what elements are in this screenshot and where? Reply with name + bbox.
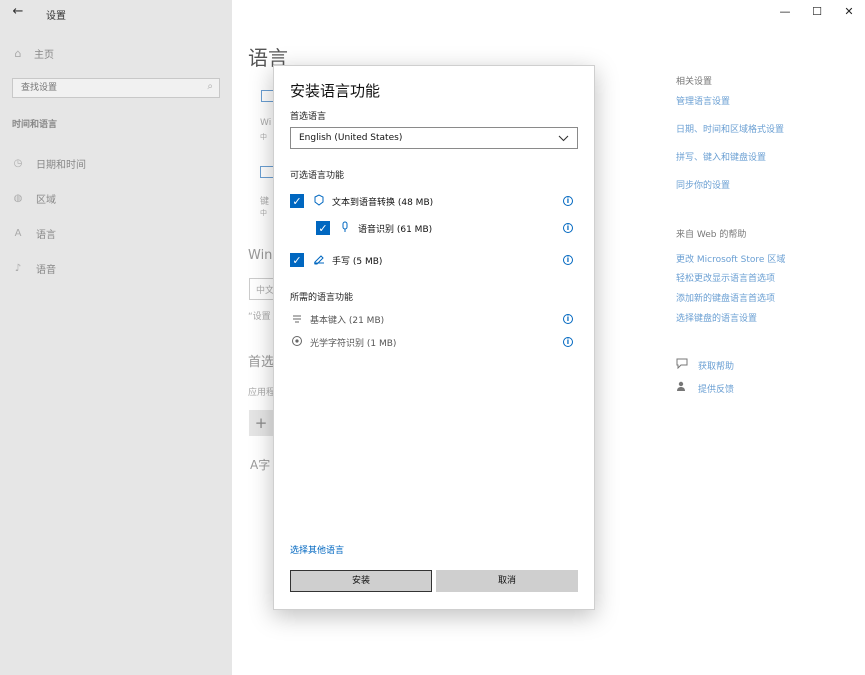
feature-speech-recognition[interactable]: ✓ 语音识别 (61 MB) bbox=[316, 220, 432, 236]
bg-text-fragment: “设置 bbox=[248, 312, 271, 322]
link-date-time-region[interactable]: 日期、时间和区域格式设置 bbox=[676, 122, 784, 135]
bg-heading-fragment: 首选 bbox=[248, 355, 275, 370]
link-manage-language[interactable]: 管理语言设置 bbox=[676, 94, 730, 107]
handwriting-checkbox[interactable]: ✓ bbox=[290, 253, 304, 267]
close-button[interactable]: ✕ bbox=[838, 2, 860, 22]
speech-recognition-checkbox[interactable]: ✓ bbox=[316, 221, 330, 235]
help-chat-icon bbox=[676, 358, 688, 372]
back-arrow-icon[interactable]: ← bbox=[10, 4, 26, 20]
bg-text-fragment: Wi bbox=[260, 118, 272, 128]
sidebar-item-region[interactable]: ◍ 区域 bbox=[12, 191, 56, 206]
related-settings-heading: 相关设置 bbox=[676, 77, 713, 87]
clock-icon: ◷ bbox=[13, 157, 23, 169]
bg-heading-fragment: Win bbox=[248, 248, 273, 263]
link-keyboard-language[interactable]: 选择键盘的语言设置 bbox=[676, 311, 757, 324]
web-help-heading: 来自 Web 的帮助 bbox=[676, 230, 747, 240]
link-sync-settings[interactable]: 同步你的设置 bbox=[676, 178, 730, 191]
optional-features-heading: 可选语言功能 bbox=[290, 171, 345, 181]
link-display-language[interactable]: 轻松更改显示语言首选项 bbox=[676, 271, 775, 284]
home-icon: ⌂ bbox=[14, 46, 22, 60]
handwriting-label: 手写 (5 MB) bbox=[332, 256, 383, 267]
dialog-title: 安装语言功能 bbox=[290, 82, 381, 100]
settings-search-input[interactable] bbox=[13, 79, 193, 97]
selected-language: English (United States) bbox=[299, 133, 403, 143]
language-features-icon: A字 bbox=[250, 458, 271, 472]
sidebar-item-label: 语言 bbox=[36, 229, 56, 241]
sidebar-item-home[interactable]: ⌂ 主页 bbox=[12, 46, 55, 61]
basic-typing-label: 基本键入 (21 MB) bbox=[310, 315, 385, 326]
get-help-label: 获取帮助 bbox=[698, 361, 735, 372]
keyboard-icon bbox=[260, 166, 274, 178]
search-icon: ⌕ bbox=[207, 81, 213, 92]
add-language-button[interactable]: + bbox=[249, 410, 273, 436]
basic-typing-icon bbox=[290, 312, 304, 327]
install-button[interactable]: 安装 bbox=[290, 570, 432, 592]
language-icon: A bbox=[14, 227, 22, 239]
chevron-down-icon bbox=[558, 131, 569, 148]
text-to-speech-info-icon[interactable]: i bbox=[563, 196, 573, 206]
basic-typing-info-icon[interactable]: i bbox=[563, 314, 573, 324]
ocr-icon bbox=[290, 335, 304, 350]
text-to-speech-label: 文本到语音转换 (48 MB) bbox=[332, 197, 434, 208]
preferred-language-label: 首选语言 bbox=[290, 112, 327, 122]
bg-text-fragment: 中 bbox=[260, 133, 267, 141]
sidebar: ⌂ 主页 ⌕ 时间和语言 ◷ 日期和时间 ◍ 区域 A 语言 ♪ 语音 bbox=[0, 26, 232, 675]
text-to-speech-icon bbox=[312, 193, 326, 209]
get-help-link[interactable]: 获取帮助 bbox=[676, 358, 734, 372]
feature-text-to-speech[interactable]: ✓ 文本到语音转换 (48 MB) bbox=[290, 193, 433, 209]
link-store-region[interactable]: 更改 Microsoft Store 区域 bbox=[676, 252, 785, 265]
feature-handwriting[interactable]: ✓ 手写 (5 MB) bbox=[290, 252, 382, 268]
feedback-icon bbox=[676, 381, 688, 395]
microphone-icon bbox=[338, 221, 352, 236]
sidebar-section-heading: 时间和语言 bbox=[12, 120, 58, 130]
handwriting-info-icon[interactable]: i bbox=[563, 255, 573, 265]
required-features-heading: 所需的语言功能 bbox=[290, 293, 354, 303]
ocr-info-icon[interactable]: i bbox=[563, 337, 573, 347]
bg-text-fragment: 键 bbox=[260, 197, 270, 207]
speech-recognition-label: 语音识别 (61 MB) bbox=[358, 224, 433, 235]
title-bar-left: ← 设置 bbox=[0, 0, 232, 26]
cancel-button[interactable]: 取消 bbox=[436, 570, 578, 592]
required-feature-basic-typing: 基本键入 (21 MB) bbox=[290, 312, 384, 326]
speech-recognition-info-icon[interactable]: i bbox=[563, 223, 573, 233]
title-bar: ← 设置 — ☐ ✕ bbox=[0, 0, 865, 26]
sidebar-item-language[interactable]: A 语言 bbox=[12, 226, 56, 241]
microphone-icon: ♪ bbox=[14, 262, 22, 274]
sidebar-item-speech[interactable]: ♪ 语音 bbox=[12, 261, 56, 276]
sidebar-item-date-time[interactable]: ◷ 日期和时间 bbox=[12, 156, 86, 171]
bg-text-fragment: 中 bbox=[260, 209, 267, 217]
install-language-features-dialog: 安装语言功能 首选语言 English (United States) 可选语言… bbox=[273, 65, 595, 610]
handwriting-icon bbox=[312, 253, 326, 268]
window-title: 设置 bbox=[46, 11, 66, 22]
feedback-label: 提供反馈 bbox=[698, 384, 735, 395]
globe-icon: ◍ bbox=[13, 192, 23, 204]
preferred-language-select[interactable]: English (United States) bbox=[290, 127, 578, 149]
ocr-label: 光学字符识别 (1 MB) bbox=[310, 338, 397, 349]
link-spelling-typing[interactable]: 拼写、键入和键盘设置 bbox=[676, 150, 766, 163]
settings-search-box[interactable]: ⌕ bbox=[12, 78, 220, 98]
choose-other-language-link[interactable]: 选择其他语言 bbox=[290, 543, 344, 556]
feedback-link[interactable]: 提供反馈 bbox=[676, 381, 734, 395]
link-add-keyboard[interactable]: 添加新的键盘语言首选项 bbox=[676, 291, 775, 304]
minimize-button[interactable]: — bbox=[774, 2, 796, 22]
sidebar-item-label: 日期和时间 bbox=[36, 159, 86, 171]
sidebar-item-label: 主页 bbox=[34, 49, 54, 61]
bg-text-fragment: 应用程 bbox=[248, 388, 276, 398]
bg-text-fragment: 中文 bbox=[256, 286, 275, 296]
sidebar-item-label: 区域 bbox=[36, 194, 56, 206]
required-feature-ocr: 光学字符识别 (1 MB) bbox=[290, 335, 396, 349]
text-to-speech-checkbox[interactable]: ✓ bbox=[290, 194, 304, 208]
sidebar-item-label: 语音 bbox=[36, 264, 56, 276]
maximize-button[interactable]: ☐ bbox=[806, 2, 828, 22]
